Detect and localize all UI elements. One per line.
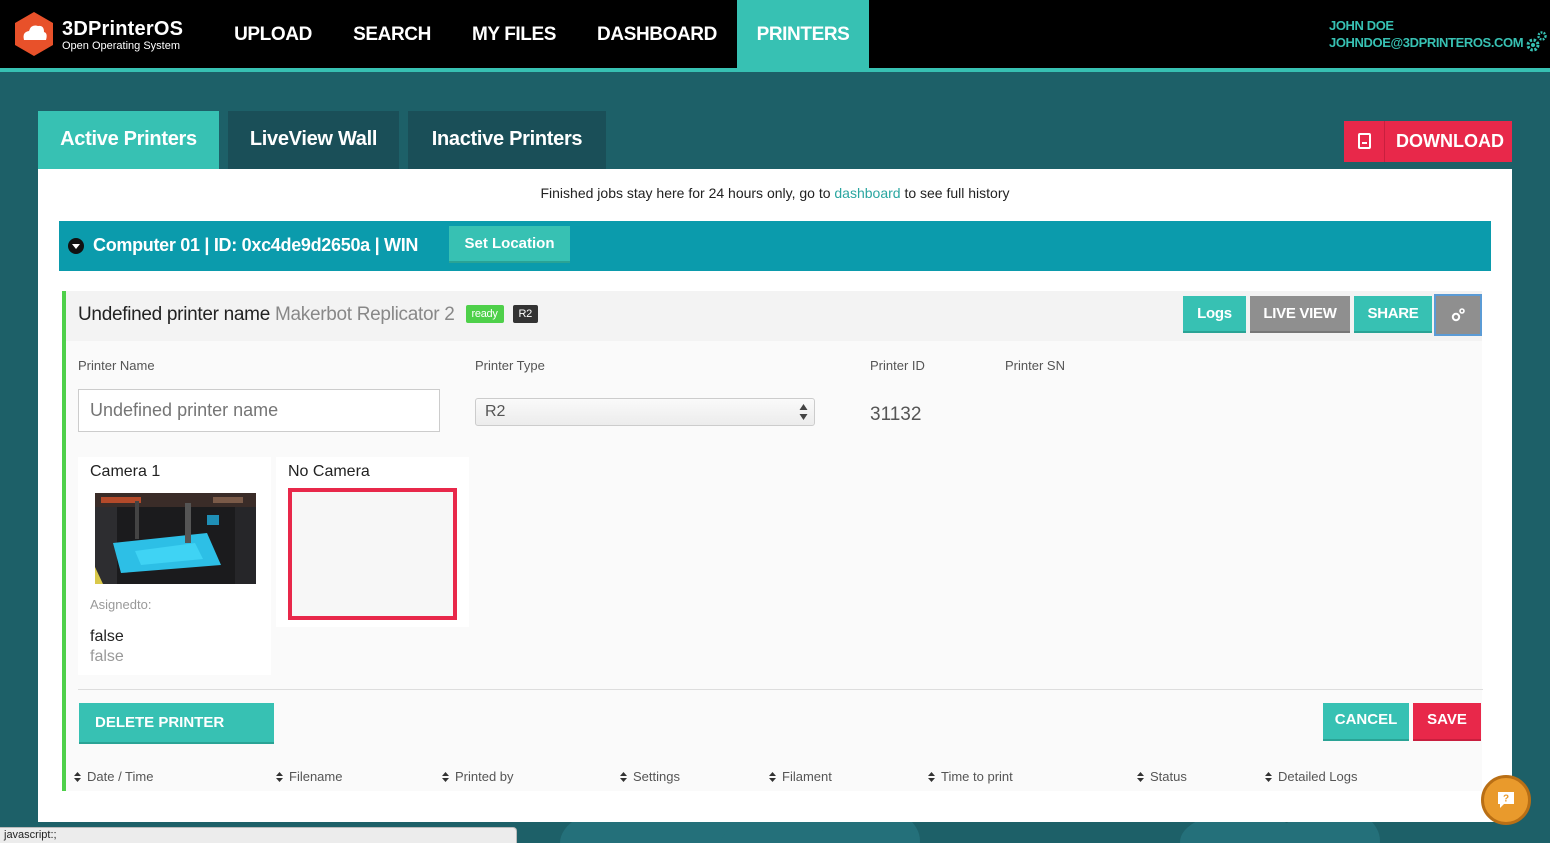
notice-text: Finished jobs stay here for 24 hours onl… [540,185,831,201]
svg-text:?: ? [1503,794,1509,805]
app-title: 3DPrinterOS [62,18,184,40]
logo-text[interactable]: 3DPrinterOS Open Operating System [62,18,183,53]
logo-icon[interactable] [14,12,54,56]
column-detailed-logs[interactable]: Detailed Logs [1265,769,1358,784]
column-printed-by[interactable]: Printed by [442,769,514,784]
nav-my-files[interactable]: MY FILES [464,0,564,72]
assigned-label: Asignedto: [90,597,152,612]
tab-liveview-wall[interactable]: LiveView Wall [228,111,399,169]
sort-icon [1137,772,1144,782]
printer-type-select[interactable]: R2 [475,398,815,426]
printer-id-label: Printer ID [870,358,925,373]
printer-name-input[interactable] [78,389,440,432]
assigned-value: false [90,628,124,645]
nav-search[interactable]: SEARCH [346,0,438,72]
settings-gear-icon [1451,308,1465,322]
top-navigation: 3DPrinterOS Open Operating System UPLOAD… [0,0,1550,72]
set-location-button[interactable]: Set Location [449,226,570,263]
no-camera-card: No Camera [276,457,469,627]
camera-thumbnail[interactable] [95,493,256,584]
logs-button[interactable]: Logs [1183,296,1246,333]
column-settings[interactable]: Settings [620,769,680,784]
user-account[interactable]: JOHN DOE JOHNDOE@3DPRINTEROS.COM [1329,17,1524,51]
tab-inactive-printers[interactable]: Inactive Printers [408,111,606,169]
column-filename[interactable]: Filename [276,769,342,784]
printer-name: Undefined printer name [78,304,270,325]
printers-panel: Finished jobs stay here for 24 hours onl… [38,169,1512,822]
chat-question-icon: ? [1498,792,1514,808]
share-button[interactable]: SHARE [1354,296,1432,333]
column-label: Time to print [941,769,1013,784]
sort-icon [74,772,81,782]
camera-card: Camera 1 Asignedto: false false [78,457,271,675]
browser-status-bar: javascript:; [0,827,517,843]
nav-dashboard[interactable]: DASHBOARD [590,0,724,72]
printer-type-value: R2 [485,403,506,420]
camera-title: Camera 1 [90,463,161,480]
column-label: Detailed Logs [1278,769,1358,784]
no-camera-title: No Camera [288,463,370,480]
divider [78,689,1483,690]
printer-settings-button[interactable] [1434,294,1482,336]
nav-upload[interactable]: UPLOAD [226,0,320,72]
sort-icon [620,772,627,782]
download-button[interactable]: DOWNLOAD [1344,121,1512,162]
download-icon [1358,133,1371,149]
download-icon-container [1344,121,1385,162]
column-label: Filament [782,769,832,784]
no-camera-dropzone[interactable] [288,488,457,620]
column-label: Status [1150,769,1187,784]
sort-icon [276,772,283,782]
save-button[interactable]: SAVE [1413,703,1481,741]
history-notice: Finished jobs stay here for 24 hours onl… [38,185,1512,201]
download-label: DOWNLOAD [1396,131,1504,151]
printer-model: Makerbot Replicator 2 [274,304,455,325]
printer-card: Undefined printer name Makerbot Replicat… [62,291,1483,791]
column-label: Printed by [455,769,514,784]
column-label: Date / Time [87,769,154,784]
nav-printers[interactable]: PRINTERS [737,0,869,72]
printer-type-label: Printer Type [475,358,545,373]
collapse-caret-icon[interactable] [68,238,84,254]
sort-icon [928,772,935,782]
cancel-button[interactable]: CANCEL [1323,703,1409,741]
status-badge: ready [465,305,504,323]
sort-icon [769,772,776,782]
printer-type-badge: R2 [512,305,538,323]
user-email: JOHNDOE@3DPRINTEROS.COM [1329,35,1524,50]
assigned-value-secondary: false [90,648,124,665]
sort-icon [442,772,449,782]
computer-header[interactable]: Computer 01 | ID: 0xc4de9d2650a | WIN Se… [59,221,1491,271]
column-date-time[interactable]: Date / Time [74,769,153,784]
column-label: Settings [633,769,680,784]
gear-icon[interactable] [1524,30,1548,54]
tab-active-printers[interactable]: Active Printers [38,111,219,169]
printer-id-value: 31132 [870,404,922,425]
column-label: Filename [289,769,343,784]
app-subtitle: Open Operating System [62,40,181,52]
select-arrows-icon [799,404,808,420]
user-name: JOHN DOE [1329,18,1394,33]
notice-text-end: to see full history [904,185,1010,201]
computer-title: Computer 01 | ID: 0xc4de9d2650a | WIN [93,235,419,255]
printer-title: Undefined printer name Makerbot Replicat… [78,304,538,326]
sort-icon [1265,772,1272,782]
delete-printer-button[interactable]: DELETE PRINTER [79,703,274,744]
live-view-button[interactable]: LIVE VIEW [1250,296,1350,333]
dashboard-link[interactable]: dashboard [834,185,900,201]
column-filament[interactable]: Filament [769,769,832,784]
printer-name-label: Printer Name [78,358,155,373]
column-status[interactable]: Status [1137,769,1187,784]
column-time-to-print[interactable]: Time to print [928,769,1013,784]
printer-sn-label: Printer SN [1005,358,1065,373]
printer-header: Undefined printer name Makerbot Replicat… [66,291,1482,341]
help-chat-button[interactable]: ? [1481,775,1531,825]
